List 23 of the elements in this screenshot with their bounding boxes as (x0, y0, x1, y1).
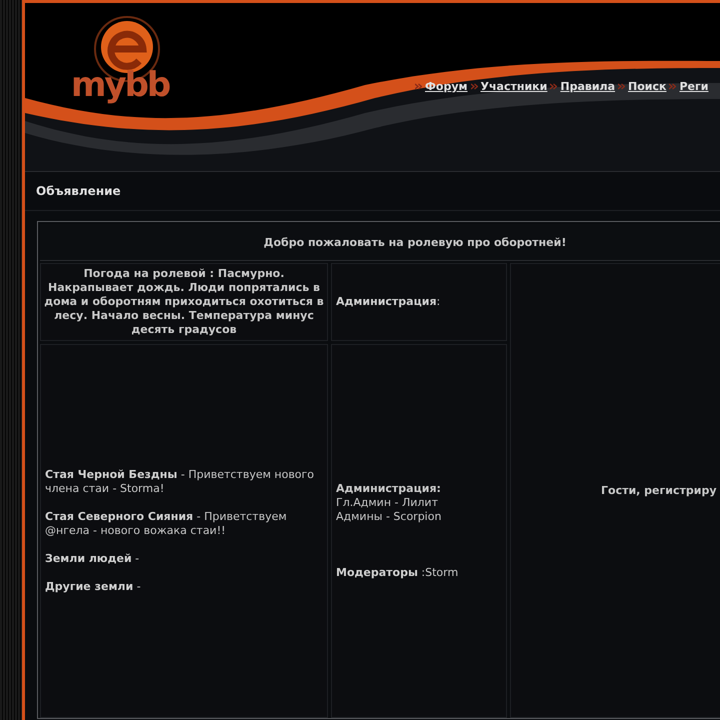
nav-link[interactable]: Форум (425, 80, 468, 93)
staff-line: Модераторы :Storm (336, 566, 458, 580)
pack-news: Другие земли - (45, 580, 142, 594)
staff-line: Админы - Scorpion (336, 510, 442, 524)
guests-cell: Гости, регистриру (510, 263, 720, 718)
staff-heading: Администрация: (336, 482, 442, 496)
chevron-icon (618, 83, 626, 90)
nav-link[interactable]: Реги (679, 80, 708, 93)
chevron-icon (669, 83, 676, 90)
admin-cell: Администрация: (331, 263, 507, 341)
pack-news: Стая Северного Сияния - Приветствуем @нгела - нового вожака стаи!! (45, 510, 288, 538)
section-title: Объявление (25, 172, 720, 211)
pack-news: Стая Черной Бездны - Приветствуем нового члена стаи - Storma! (45, 468, 316, 496)
chevron-icon (550, 83, 558, 90)
logo-text: mybb (71, 65, 170, 105)
weather-cell: Погода на ролевой : Пасмурно. Накрапывает дождь. Люди попрятались в дома и оборотням приходиться охотиться в лесу. Начало весны. Температура минус десять градусов (40, 263, 328, 341)
nav-link[interactable]: Участники (480, 80, 548, 93)
pack-news: Земли людей - (45, 552, 140, 566)
chevron-icon (470, 83, 478, 90)
nav-link[interactable]: Правила (560, 80, 616, 93)
nav-link[interactable]: Поиск (628, 80, 666, 93)
staff-line: Гл.Админ - Лилит (336, 496, 439, 510)
chevron-icon (415, 83, 422, 90)
